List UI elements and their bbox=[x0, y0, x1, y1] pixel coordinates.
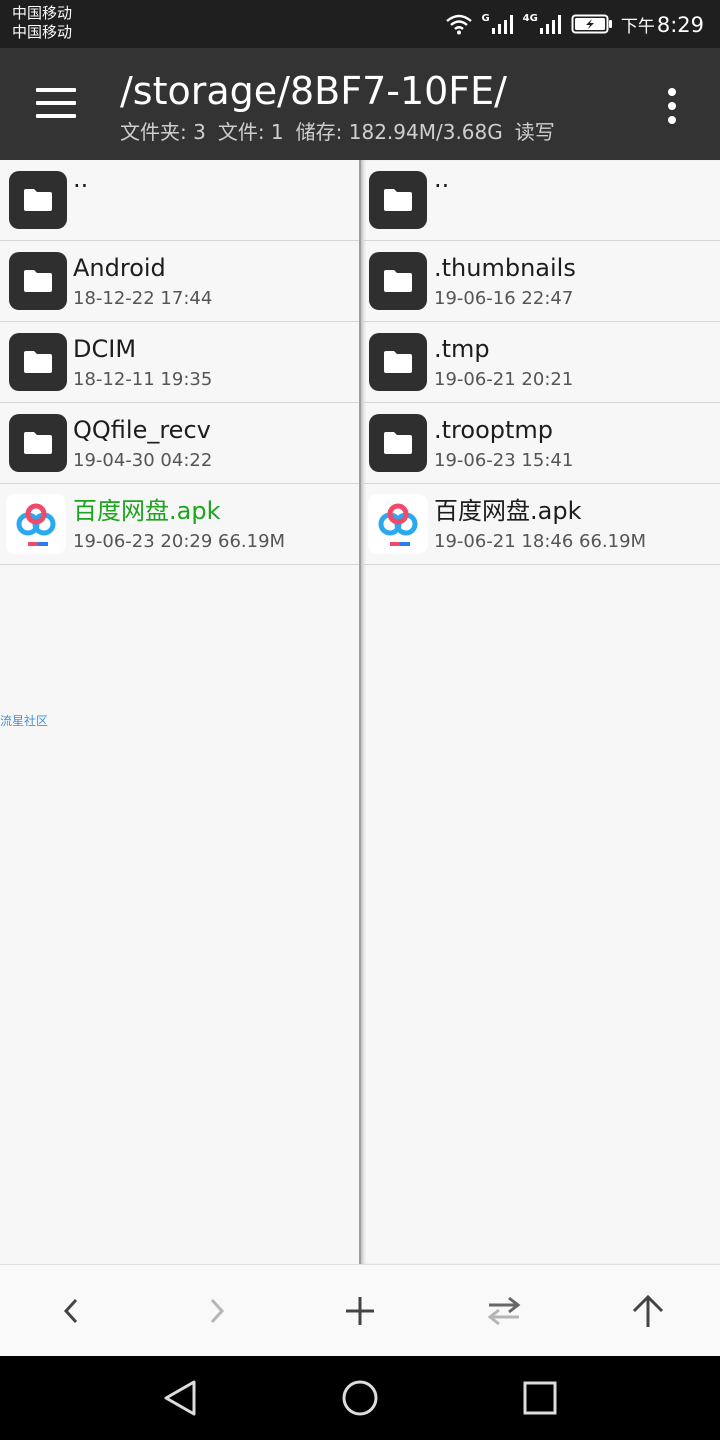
network-type-1: G bbox=[481, 13, 490, 24]
carrier-line-2: 中国移动 bbox=[12, 23, 73, 41]
file-meta: 19-06-21 20:21 bbox=[434, 369, 574, 390]
right-pane[interactable]: .. .thumbnails 19-06-16 22:47 .tmp 19-06… bbox=[361, 160, 720, 1264]
file-row[interactable]: QQfile_recv 19-04-30 04:22 bbox=[0, 403, 359, 484]
folder-icon bbox=[369, 171, 427, 229]
file-meta: 19-04-30 04:22 bbox=[73, 450, 213, 471]
folder-icon bbox=[369, 252, 427, 310]
folder-icon bbox=[9, 171, 67, 229]
folder-icon bbox=[9, 333, 67, 391]
file-row[interactable]: 百度网盘.apk 19-06-21 18:46 66.19M bbox=[361, 484, 720, 565]
signal-icon-2: 4G bbox=[523, 13, 563, 35]
clock-prefix: 下午 bbox=[620, 16, 655, 37]
file-row[interactable]: Android 18-12-22 17:44 bbox=[0, 241, 359, 322]
watermark: 流星社区 bbox=[0, 714, 49, 728]
file-meta: 18-12-22 17:44 bbox=[73, 288, 213, 309]
back-button[interactable] bbox=[48, 1287, 96, 1335]
baidu-netdisk-icon bbox=[6, 494, 66, 554]
file-row[interactable]: .trooptmp 19-06-23 15:41 bbox=[361, 403, 720, 484]
add-icon bbox=[346, 1297, 374, 1325]
status-bar: 中国移动 中国移动 G 4G 下午8:29 bbox=[0, 0, 720, 48]
carrier-line-1: 中国移动 bbox=[12, 4, 73, 22]
more-vert-dot bbox=[668, 102, 676, 110]
baidu-netdisk-icon bbox=[368, 494, 428, 554]
file-name: 百度网盘.apk bbox=[73, 497, 221, 525]
file-name: .tmp bbox=[434, 335, 490, 363]
file-name: .. bbox=[73, 165, 89, 193]
menu-button[interactable] bbox=[26, 78, 86, 128]
file-meta: 19-06-23 20:29 66.19M bbox=[73, 531, 286, 552]
forward-button[interactable] bbox=[192, 1287, 240, 1335]
file-name: .trooptmp bbox=[434, 416, 554, 444]
parent-dir-button[interactable] bbox=[624, 1287, 672, 1335]
path-info: 文件夹: 3 文件: 1 储存: 182.94M/3.68G 读写 bbox=[120, 118, 555, 146]
nav-recents-icon bbox=[523, 1381, 557, 1415]
clock-time: 8:29 bbox=[656, 12, 704, 37]
file-meta: 19-06-23 15:41 bbox=[434, 450, 574, 471]
dual-pane-browser: .. Android 18-12-22 17:44 DCIM 18-12-11 … bbox=[0, 160, 720, 1264]
nav-home-button[interactable] bbox=[336, 1374, 384, 1422]
network-type-2: 4G bbox=[522, 13, 538, 24]
file-meta: 19-06-16 22:47 bbox=[434, 288, 574, 309]
nav-back-button[interactable] bbox=[156, 1374, 204, 1422]
file-name: Android bbox=[73, 254, 166, 282]
file-name: DCIM bbox=[73, 335, 137, 363]
hamburger-line bbox=[36, 101, 76, 105]
file-row-parent[interactable]: .. bbox=[361, 160, 720, 241]
file-name: .thumbnails bbox=[434, 254, 576, 282]
forward-icon bbox=[210, 1298, 225, 1324]
hamburger-line bbox=[36, 114, 76, 118]
file-name: QQfile_recv bbox=[73, 416, 211, 444]
folder-icon bbox=[9, 414, 67, 472]
hamburger-icon bbox=[36, 88, 76, 92]
folder-icon bbox=[9, 252, 67, 310]
file-meta: 18-12-11 19:35 bbox=[73, 369, 213, 390]
signal-icon: G bbox=[481, 13, 514, 35]
file-name: 百度网盘.apk bbox=[434, 497, 582, 525]
carrier-label: 中国移动 中国移动 bbox=[12, 4, 72, 42]
file-count: 文件: 1 bbox=[217, 120, 284, 144]
more-vert-icon bbox=[668, 88, 676, 96]
current-path: /storage/8BF7-10FE/ bbox=[120, 69, 507, 113]
file-row[interactable]: .tmp 19-06-21 20:21 bbox=[361, 322, 720, 403]
file-row-selected[interactable]: 百度网盘.apk 19-06-23 20:29 66.19M bbox=[0, 484, 359, 565]
clock: 下午8:29 bbox=[621, 12, 704, 37]
left-pane[interactable]: .. Android 18-12-22 17:44 DCIM 18-12-11 … bbox=[0, 160, 361, 1264]
file-name: .. bbox=[434, 165, 450, 193]
bottom-toolbar bbox=[0, 1264, 720, 1356]
folder-icon bbox=[369, 414, 427, 472]
nav-recents-button[interactable] bbox=[516, 1374, 564, 1422]
file-row[interactable]: .thumbnails 19-06-16 22:47 bbox=[361, 241, 720, 322]
battery-charging-icon bbox=[571, 13, 613, 35]
more-vert-dot bbox=[668, 116, 676, 124]
wifi-icon bbox=[445, 13, 473, 35]
storage-usage: 储存: 182.94M/3.68G bbox=[295, 120, 503, 144]
up-icon bbox=[632, 1294, 664, 1327]
app-bar: /storage/8BF7-10FE/ 文件夹: 3 文件: 1 储存: 182… bbox=[0, 48, 720, 160]
folder-count: 文件夹: 3 bbox=[120, 120, 206, 144]
swap-icon bbox=[487, 1296, 521, 1326]
back-icon bbox=[63, 1298, 78, 1324]
file-row-parent[interactable]: .. bbox=[0, 160, 359, 241]
system-nav-bar bbox=[0, 1356, 720, 1440]
file-row[interactable]: DCIM 18-12-11 19:35 bbox=[0, 322, 359, 403]
folder-icon bbox=[369, 333, 427, 391]
swap-panes-button[interactable] bbox=[480, 1287, 528, 1335]
nav-back-icon bbox=[164, 1380, 196, 1416]
nav-home-icon bbox=[342, 1380, 378, 1416]
access-mode: 读写 bbox=[514, 120, 555, 144]
overflow-menu-button[interactable] bbox=[652, 86, 692, 126]
file-meta: 19-06-21 18:46 66.19M bbox=[434, 531, 647, 552]
add-button[interactable] bbox=[336, 1287, 384, 1335]
